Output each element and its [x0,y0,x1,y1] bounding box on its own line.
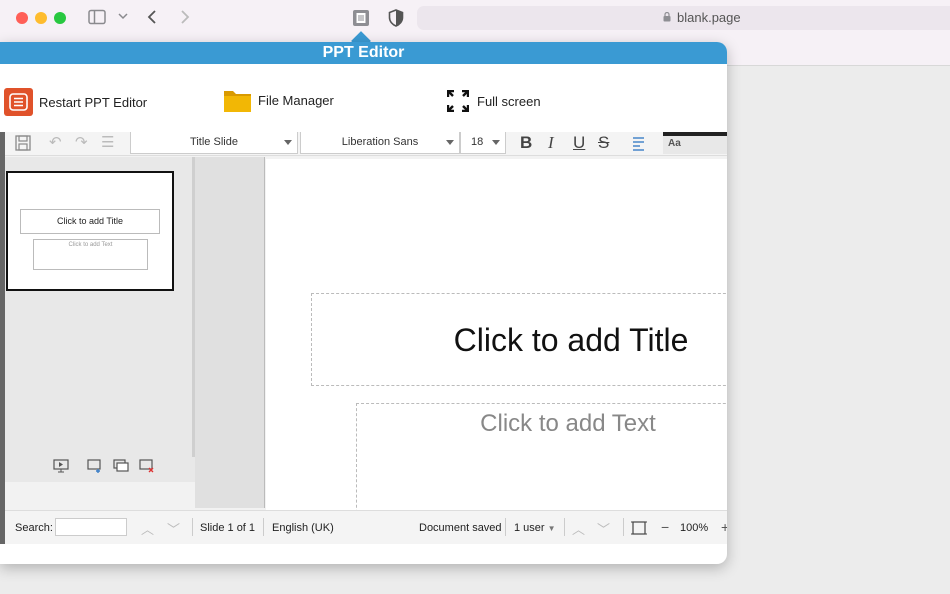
zoom-window-button[interactable] [54,12,66,24]
search-next-icon[interactable]: ﹀ [167,519,180,538]
font-family-select[interactable]: Liberation Sans [300,132,460,154]
format-toolbar: ↶ ↷ ☰ Title Slide Liberation Sans 18 B I… [5,132,727,156]
zoom-out-icon[interactable]: − [661,519,669,535]
search-input[interactable] [55,518,127,536]
status-bar: Search: ︿ ﹀ Slide 1 of 1 English (UK) Do… [5,510,727,544]
full-screen-button[interactable]: Full screen [447,90,541,112]
chevron-down-icon [492,140,500,145]
chevron-down-icon[interactable] [118,12,128,20]
delete-slide-icon[interactable] [139,459,155,473]
presentation-icon [4,88,33,116]
url-text: blank.page [677,10,741,25]
extension-icon[interactable] [352,9,370,27]
close-window-button[interactable] [16,12,28,24]
bold-button[interactable]: B [520,133,532,153]
users-status[interactable]: 1 user ▼ [514,522,556,534]
strikethrough-button[interactable]: S [598,133,609,153]
language-status[interactable]: English (UK) [272,522,334,534]
size-value: 18 [471,136,484,148]
popover-title: PPT Editor [0,42,727,64]
divider [623,518,624,536]
case-label: Aa [668,138,681,149]
divider [564,518,565,536]
save-icon[interactable] [15,135,31,151]
redo-icon[interactable]: ↷ [75,134,88,152]
new-slide-icon[interactable] [87,459,103,473]
restart-label: Restart PPT Editor [39,94,148,110]
font-value: Liberation Sans [341,136,419,148]
shield-icon[interactable] [388,9,404,27]
change-case-button[interactable]: Aa [663,132,727,154]
restart-ppt-editor-button[interactable]: Restart PPT Editor [4,88,147,116]
folder-icon [224,91,251,112]
launcher-bar: Restart PPT Editor File Manager Full scr… [0,64,727,132]
divider [505,518,506,536]
panel-separator [195,157,265,508]
title-placeholder[interactable]: Click to add Title [311,293,727,386]
users-count: 1 user [514,522,545,534]
slide-canvas[interactable]: Click to add Title Click to add Text [266,159,727,523]
ppt-editor-popover: PPT Editor Restart PPT Editor File Manag… [0,42,727,564]
text-placeholder[interactable]: Click to add Text [356,403,727,523]
forward-icon[interactable] [180,9,190,25]
search-previous-icon[interactable]: ︿ [141,519,154,538]
thumbnail-text: Click to add Text [33,239,148,270]
text-box-icon[interactable] [631,135,647,151]
full-screen-label: Full screen [477,93,541,109]
browser-toolbar: blank.page [0,0,950,36]
zoom-level: 100% [680,522,709,534]
fullscreen-icon [447,90,469,112]
thumbnail-title: Click to add Title [20,209,160,234]
address-bar[interactable]: blank.page [417,6,950,30]
italic-button[interactable]: I [548,133,554,153]
divider [263,518,264,536]
slide-sorter: Click to add Title Click to add Text [5,157,195,482]
layout-value: Title Slide [190,136,238,148]
divider [192,518,193,536]
editor-area: ↶ ↷ ☰ Title Slide Liberation Sans 18 B I… [0,132,727,544]
next-slide-icon[interactable]: ﹀ [597,519,610,538]
file-manager-button[interactable]: File Manager [223,86,334,114]
chevron-down-icon [446,140,454,145]
fit-page-icon[interactable] [631,520,647,536]
slide-thumbnail[interactable]: Click to add Title Click to add Text [6,171,174,291]
previous-slide-icon[interactable]: ︿ [572,519,585,538]
list-indent-icon[interactable]: ☰ [101,134,114,152]
slide-count: Slide 1 of 1 [200,522,256,534]
back-icon[interactable] [147,9,157,25]
font-size-select[interactable]: 18 [460,132,506,154]
sidebar-icon[interactable] [88,9,106,25]
lock-icon [663,12,671,22]
duplicate-slide-icon[interactable] [113,459,129,473]
chevron-down-icon [284,140,292,145]
layout-select[interactable]: Title Slide [130,132,298,154]
zoom-in-icon[interactable]: + [721,519,727,535]
underline-button[interactable]: U [573,133,585,153]
document-status: Document saved [419,522,502,534]
chevron-down-icon: ▼ [547,524,556,533]
search-label: Search: [15,522,53,534]
file-manager-label: File Manager [258,92,334,108]
undo-icon[interactable]: ↶ [49,134,62,152]
minimize-window-button[interactable] [35,12,47,24]
present-slide-icon[interactable] [53,459,69,473]
